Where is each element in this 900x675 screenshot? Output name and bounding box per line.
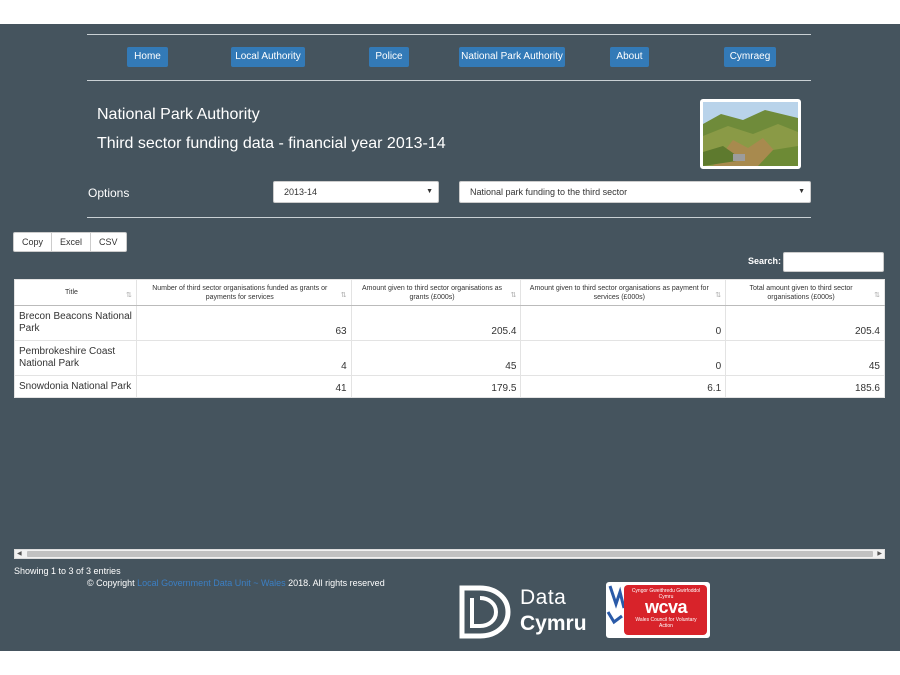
cell-total: 185.6 [725, 375, 885, 398]
csv-button[interactable]: CSV [91, 233, 126, 251]
chevron-down-icon: ▼ [798, 188, 805, 195]
landscape-image [703, 102, 798, 166]
options-label: Options [88, 186, 130, 200]
nav-about-button[interactable]: About [610, 47, 649, 67]
footer-copyright: © Copyright Local Government Data Unit ~… [87, 578, 385, 588]
column-header-label: Total amount given to third sector organ… [749, 284, 853, 301]
cell-grants: 45 [350, 340, 522, 376]
search-label: Search: [748, 256, 782, 266]
cell-orgs-funded: 63 [135, 305, 352, 341]
search-input[interactable] [783, 252, 884, 272]
page-title: National Park Authority [97, 106, 260, 123]
chevron-down-icon: ▼ [426, 188, 433, 195]
wcva-english-name: Wales Council for Voluntary Action [635, 617, 697, 629]
nav-police-button[interactable]: Police [369, 47, 409, 67]
column-header-title[interactable]: Title ⇅ [14, 279, 137, 306]
wcva-acronym: wcva [644, 597, 688, 617]
table-header-row: Title ⇅ Number of third sector organisat… [14, 279, 885, 306]
sort-asc-icon: ⇅ [126, 292, 132, 299]
column-header-grants[interactable]: Amount given to third sector organisatio… [350, 279, 522, 306]
table-info: Showing 1 to 3 of 3 entries [14, 566, 121, 576]
landscape-photo [700, 99, 801, 169]
copyright-prefix: © Copyright [87, 578, 138, 588]
sort-icon: ⇅ [340, 292, 347, 299]
column-header-label: Amount given to third sector organisatio… [529, 284, 709, 301]
data-cymru-line1: Data [520, 586, 567, 609]
column-header-label: Title [64, 289, 78, 296]
table-row: Snowdonia National Park 41 179.5 6.1 185… [14, 375, 885, 398]
sort-icon: ⇅ [874, 292, 880, 299]
nav-local-authority-button[interactable]: Local Authority [231, 47, 305, 67]
dataset-select-value: National park funding to the third secto… [470, 187, 628, 197]
year-select[interactable]: 2013-14 ▼ [273, 181, 439, 203]
cell-payments: 0 [520, 305, 727, 341]
cell-total: 45 [725, 340, 885, 376]
export-button-group: Copy Excel CSV [13, 232, 127, 252]
cell-total: 205.4 [725, 305, 885, 341]
page-subtitle: Third sector funding data - financial ye… [97, 135, 446, 152]
data-unit-link[interactable]: Local Government Data Unit ~ Wales [137, 578, 285, 588]
data-cymru-logo: Data Cymru [458, 584, 608, 642]
cell-orgs-funded: 4 [135, 340, 352, 376]
scroll-left-icon[interactable]: ◀ [17, 549, 22, 559]
column-header-payments[interactable]: Amount given to third sector organisatio… [520, 279, 727, 306]
table-row: Brecon Beacons National Park 63 205.4 0 … [14, 305, 885, 341]
cell-orgs-funded: 41 [135, 375, 352, 398]
horizontal-scrollbar[interactable]: ◀ ▶ [14, 549, 885, 559]
cell-payments: 0 [520, 340, 727, 376]
cell-payments: 6.1 [520, 375, 727, 398]
copy-button[interactable]: Copy [14, 233, 53, 251]
app-window: Home Local Authority Police National Par… [0, 24, 900, 651]
cell-grants: 179.5 [350, 375, 522, 398]
nav-cymraeg-button[interactable]: Cymraeg [724, 47, 776, 67]
nav-home-button[interactable]: Home [127, 47, 168, 67]
dataset-select[interactable]: National park funding to the third secto… [459, 181, 811, 203]
column-header-total[interactable]: Total amount given to third sector organ… [725, 279, 885, 306]
sort-icon: ⇅ [510, 292, 517, 299]
year-select-value: 2013-14 [284, 187, 318, 197]
cell-title: Brecon Beacons National Park [14, 305, 137, 341]
column-header-label: Amount given to third sector organisatio… [361, 284, 503, 301]
data-cymru-mark-icon [459, 585, 511, 639]
funding-table: Title ⇅ Number of third sector organisat… [14, 279, 885, 398]
cell-title: Snowdonia National Park [14, 375, 137, 398]
scroll-right-icon[interactable]: ▶ [877, 549, 882, 559]
copyright-suffix: 2018. All rights reserved [285, 578, 385, 588]
cell-grants: 205.4 [350, 305, 522, 341]
scrollbar-thumb[interactable] [27, 551, 873, 557]
cell-title: Pembrokeshire Coast National Park [14, 340, 137, 376]
nav-national-park-authority-button[interactable]: National Park Authority [459, 47, 565, 67]
column-header-label: Number of third sector organisations fun… [152, 284, 328, 301]
data-cymru-line2: Cymru [520, 612, 587, 635]
table-row: Pembrokeshire Coast National Park 4 45 0… [14, 340, 885, 376]
wcva-logo: Cyngor Gweithredu Gwirfoddol Cymru wcva … [606, 582, 710, 638]
column-header-orgs-funded[interactable]: Number of third sector organisations fun… [135, 279, 352, 306]
sort-icon: ⇅ [715, 292, 722, 299]
options-divider [87, 217, 811, 218]
nav-bottom-divider [87, 80, 811, 81]
top-divider [87, 34, 811, 35]
excel-button[interactable]: Excel [52, 233, 92, 251]
